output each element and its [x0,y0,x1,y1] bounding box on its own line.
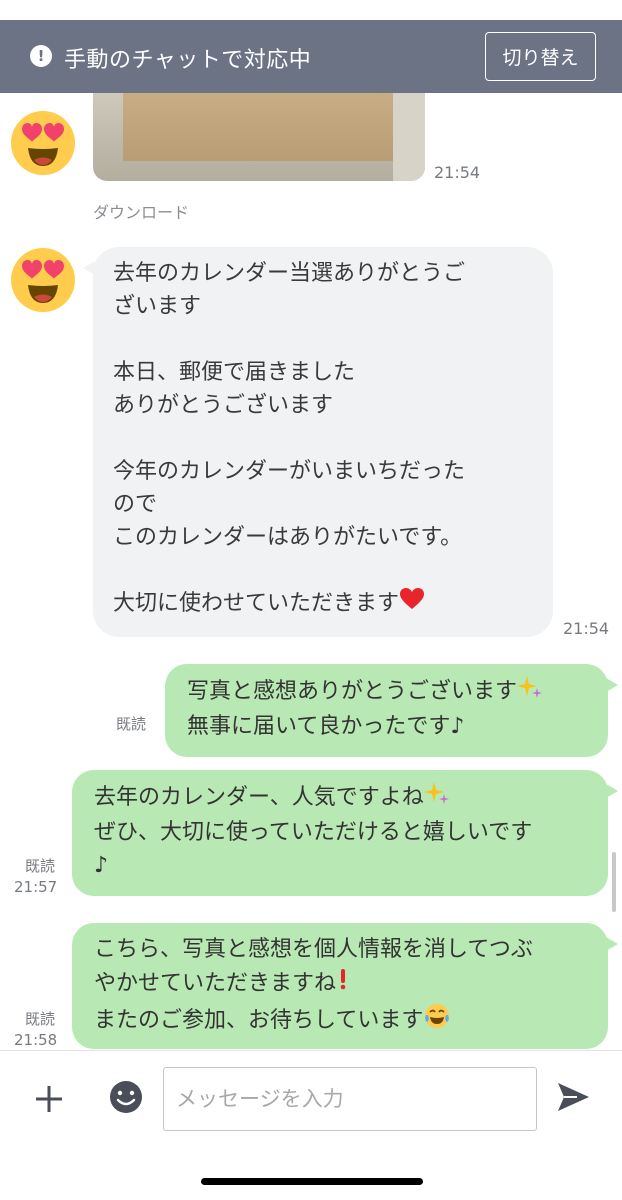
avatar[interactable] [8,108,78,178]
status-bar [0,0,622,20]
heart-eyes-emoji-icon [11,248,75,312]
read-receipt: 既読 [116,715,147,733]
heart-eyes-emoji-icon [11,111,75,175]
switch-button[interactable]: 切り替え [485,32,596,81]
outgoing-message-text: 去年のカレンダー、人気ですよね ぜひ、大切に使っていただけると嬉しいです ♪ [94,780,532,882]
message-input[interactable] [163,1067,537,1131]
outgoing-message[interactable]: こちら、写真と感想を個人情報を消してつぶ やかせていただきますね またのご参加、… [72,923,618,1049]
red-exclamation-icon [336,966,350,1002]
red-heart-icon [399,587,425,621]
read-receipt: 既読 [25,857,56,875]
photo-timestamp: 21:54 [434,163,481,182]
incoming-message[interactable]: 去年のカレンダー当選ありがとうご ざいます 本日、郵便で届きました ありがとうご… [83,247,553,637]
message-composer [0,1050,622,1200]
outgoing-timestamp: 21:57 [14,878,58,896]
send-icon[interactable] [553,1077,593,1117]
home-indicator [201,1178,423,1185]
outgoing-message[interactable]: 写真と感想ありがとうございます 無事に届いて良かったです♪ [165,664,618,757]
download-link[interactable]: ダウンロード [93,199,189,223]
avatar[interactable] [8,245,78,315]
plus-icon[interactable] [29,1079,69,1119]
manual-chat-banner: ! 手動のチャットで対応中 切り替え [0,20,622,93]
photo-content [123,93,413,161]
incoming-message-text: 去年のカレンダー当選ありがとうご ざいます 本日、郵便で届きました ありがとうご… [113,257,543,621]
alert-icon: ! [30,45,52,67]
photo-message[interactable] [93,93,425,181]
outgoing-message-text: 写真と感想ありがとうございます 無事に届いて良かったです♪ [187,674,543,743]
incoming-timestamp: 21:54 [563,619,610,638]
sparkles-icon [517,674,543,710]
outgoing-message-text: こちら、写真と感想を個人情報を消してつぶ やかせていただきますね またのご参加、… [94,933,533,1040]
tears-of-joy-icon [423,1002,451,1040]
outgoing-timestamp: 21:58 [14,1031,58,1049]
banner-text: 手動のチャットで対応中 [64,48,312,73]
smiley-icon[interactable] [106,1077,146,1117]
outgoing-message[interactable]: 去年のカレンダー、人気ですよね ぜひ、大切に使っていただけると嬉しいです ♪ [72,770,618,896]
read-receipt: 既読 [25,1010,56,1028]
sparkles-icon [423,780,450,816]
scrollbar[interactable] [612,852,616,912]
